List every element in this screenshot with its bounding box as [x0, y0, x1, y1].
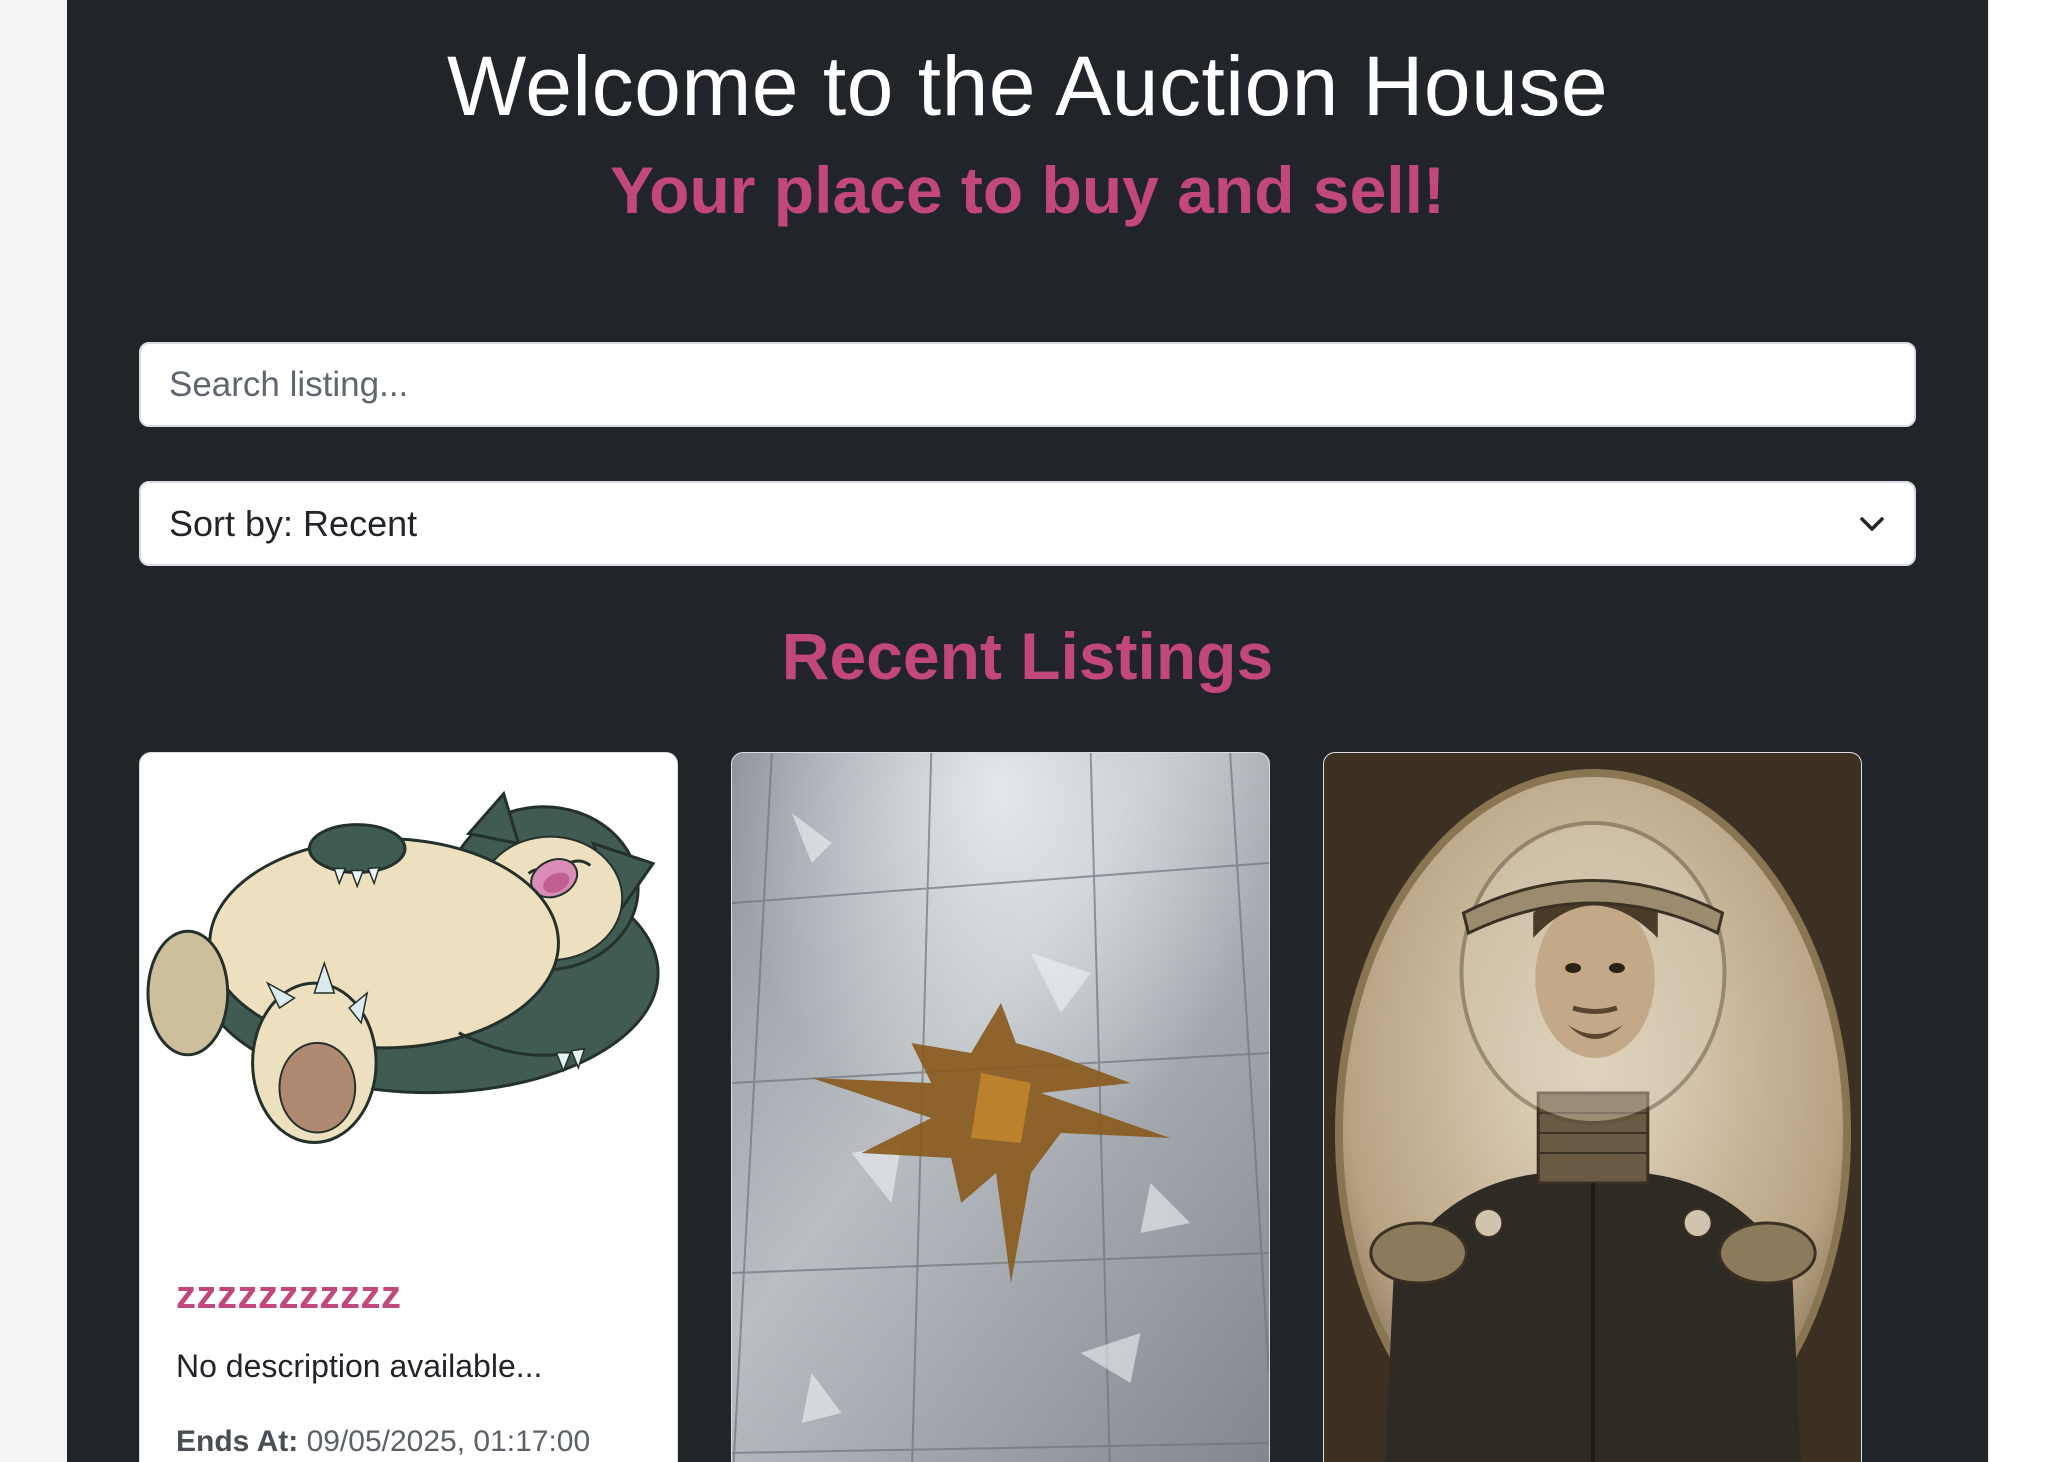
sleeping-creature-illustration [140, 753, 677, 1253]
search-input[interactable] [139, 342, 1916, 427]
listing-image [732, 753, 1269, 1462]
listing-card-body: zzzzzzzzzzz No description available... … [176, 1273, 647, 1459]
listing-end-time: Ends At: 09/05/2025, 01:17:00 [176, 1425, 647, 1459]
listing-end-value: 09/05/2025, 01:17:00 [306, 1425, 591, 1458]
chevron-down-icon [1858, 510, 1886, 538]
listing-card[interactable]: zzzzzzzzzzz No description available... … [139, 752, 678, 1462]
sort-select[interactable]: Sort by: Recent [139, 481, 1916, 566]
page-title: Welcome to the Auction House [446, 39, 1609, 133]
vintage-astronaut-portrait [1324, 753, 1861, 1462]
sort-select-label: Sort by: Recent [169, 502, 418, 544]
listing-image [1324, 753, 1861, 1462]
listing-description: No description available... [176, 1348, 543, 1384]
listing-end-label: Ends At: [176, 1425, 299, 1458]
marble-floor-spill-photo [732, 753, 1269, 1462]
recent-listings-heading: Recent Listings [781, 619, 1274, 693]
listing-title[interactable]: zzzzzzzzzzz [176, 1273, 647, 1318]
window-scroll-area [1988, 0, 2070, 1462]
listing-card[interactable] [1323, 752, 1862, 1462]
main-container: Welcome to the Auction House Your place … [67, 0, 1988, 1462]
page-subtitle: Your place to buy and sell! [610, 153, 1445, 227]
listing-image [140, 753, 677, 1253]
listing-card[interactable] [731, 752, 1270, 1462]
